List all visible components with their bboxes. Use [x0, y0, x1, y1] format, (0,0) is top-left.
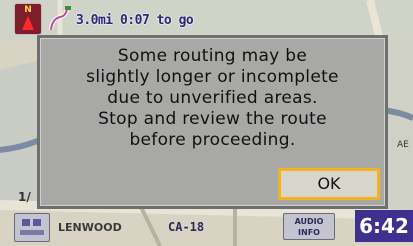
street-name: LENWOOD	[58, 221, 122, 234]
north-arrow-icon	[22, 16, 34, 30]
navigation-screen: N 3.0mi 0:07 to go AE 1/ Some routing ma…	[0, 0, 413, 246]
map-menu-icon	[20, 219, 44, 235]
north-indicator[interactable]: N	[14, 3, 42, 35]
clock-display: 6:42	[355, 210, 413, 242]
scale-fragment: 1/	[18, 190, 31, 204]
audio-info-button[interactable]: AUDIO INFO	[283, 213, 335, 240]
dialog-message: Some routing may be slightly longer or i…	[86, 46, 339, 150]
map-side-label: AE	[397, 140, 409, 150]
route-shield-label: CA-18	[168, 220, 205, 234]
route-flag-icon	[46, 4, 72, 34]
bottom-bar: LENWOOD CA-18 AUDIO INFO	[0, 208, 413, 246]
routing-warning-dialog: Some routing may be slightly longer or i…	[37, 35, 388, 209]
ok-button[interactable]: OK	[278, 168, 380, 200]
map-menu-button[interactable]	[14, 213, 50, 242]
route-distance-time: 3.0mi 0:07 to go	[76, 12, 194, 28]
top-status-bar: N 3.0mi 0:07 to go	[14, 2, 194, 36]
north-label: N	[24, 5, 32, 15]
